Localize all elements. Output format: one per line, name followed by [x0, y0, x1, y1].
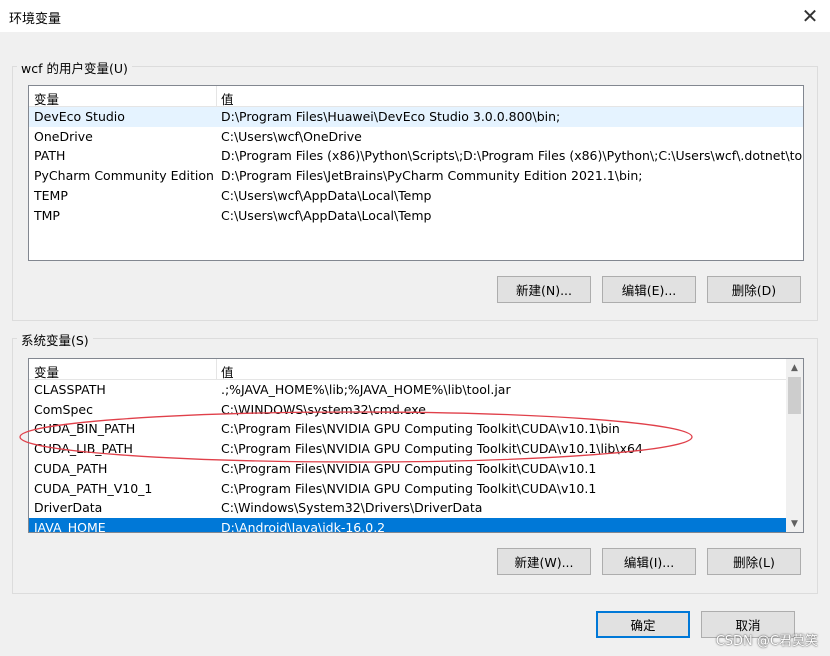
title-bar: 环境变量 ✕	[0, 0, 830, 32]
list-header: 变量 值	[29, 86, 803, 107]
variable-name: DevEco Studio	[34, 109, 125, 124]
column-header-name[interactable]: 变量	[34, 362, 59, 381]
table-row[interactable]: CUDA_PATH C:\Program Files\NVIDIA GPU Com…	[29, 459, 803, 479]
variable-value: D:\Program Files\JetBrains\PyCharm Commu…	[221, 168, 643, 184]
table-row[interactable]: CLASSPATH .;%JAVA_HOME%\lib;%JAVA_HOME%\l…	[29, 380, 803, 400]
ok-button[interactable]: 确定	[596, 611, 690, 638]
variable-value: C:\Program Files\NVIDIA GPU Computing To…	[221, 480, 597, 496]
user-edit-button[interactable]: 编辑(E)...	[602, 276, 696, 303]
close-icon[interactable]: ✕	[790, 0, 830, 32]
variable-name: DriverData	[34, 500, 103, 516]
user-vars-label: wcf 的用户变量(U)	[17, 58, 132, 77]
column-header-value[interactable]: 值	[221, 89, 234, 108]
table-row[interactable]: CUDA_LIB_PATH C:\Program Files\NVIDIA GPU…	[29, 439, 803, 459]
variable-value: C:\Windows\System32\Drivers\DriverData	[221, 500, 483, 516]
variable-value: D:\Program Files (x86)\Python\Scripts\;D…	[221, 148, 804, 164]
table-row[interactable]: PyCharm Community Edition D:\Program File…	[29, 166, 803, 186]
variable-name: TMP	[34, 207, 60, 223]
system-delete-button[interactable]: 删除(L)	[707, 548, 801, 575]
scroll-up-icon[interactable]: ▲	[786, 359, 803, 376]
variable-name: CUDA_PATH	[34, 460, 108, 476]
variable-name: PATH	[34, 148, 66, 164]
user-vars-list[interactable]: 变量 值 DevEco Studio D:\Program Files\Huawe…	[28, 85, 804, 261]
table-row[interactable]: TMP C:\Users\wcf\AppData\Local\Temp	[29, 206, 803, 226]
system-edit-button[interactable]: 编辑(I)...	[602, 548, 696, 575]
variable-name: PyCharm Community Edition	[34, 168, 214, 184]
variable-name: OneDrive	[34, 128, 93, 144]
user-new-button[interactable]: 新建(N)...	[497, 276, 591, 303]
variable-value: .;%JAVA_HOME%\lib;%JAVA_HOME%\lib\tool.j…	[221, 382, 511, 397]
variable-value: D:\Program Files\Huawei\DevEco Studio 3.…	[221, 109, 561, 124]
variable-value: C:\Users\wcf\AppData\Local\Temp	[221, 207, 432, 223]
scroll-thumb[interactable]	[788, 377, 801, 414]
variable-value: C:\Users\wcf\OneDrive	[221, 128, 362, 144]
table-row[interactable]: DriverData C:\Windows\System32\Drivers\Dr…	[29, 498, 803, 518]
variable-name: CUDA_PATH_V10_1	[34, 480, 153, 496]
table-row[interactable]: DevEco Studio D:\Program Files\Huawei\Dev…	[29, 107, 803, 127]
table-row[interactable]: OneDrive C:\Users\wcf\OneDrive	[29, 127, 803, 147]
variable-value: C:\WINDOWS\system32\cmd.exe	[221, 401, 426, 417]
variable-name: CUDA_LIB_PATH	[34, 441, 133, 457]
variable-value: C:\Program Files\NVIDIA GPU Computing To…	[221, 441, 643, 457]
variable-name: CUDA_BIN_PATH	[34, 421, 136, 437]
table-row[interactable]: TEMP C:\Users\wcf\AppData\Local\Temp	[29, 186, 803, 206]
table-row[interactable]: JAVA_HOME D:\Android\Java\jdk-16.0.2	[29, 517, 803, 533]
system-new-button[interactable]: 新建(W)...	[497, 548, 591, 575]
variable-value: C:\Program Files\NVIDIA GPU Computing To…	[221, 460, 597, 476]
variable-value: C:\Users\wcf\AppData\Local\Temp	[221, 187, 432, 203]
scroll-down-icon[interactable]: ▼	[786, 515, 803, 532]
column-header-name[interactable]: 变量	[34, 89, 59, 108]
table-row[interactable]: CUDA_BIN_PATH C:\Program Files\NVIDIA GPU…	[29, 419, 803, 439]
variable-value: C:\Program Files\NVIDIA GPU Computing To…	[221, 421, 620, 437]
variable-name: ComSpec	[34, 401, 93, 417]
variable-value: D:\Android\Java\jdk-16.0.2	[221, 519, 386, 533]
table-row[interactable]: CUDA_PATH_V10_1 C:\Program Files\NVIDIA G…	[29, 479, 803, 499]
variable-name: CLASSPATH	[34, 382, 106, 397]
table-row[interactable]: PATH D:\Program Files (x86)\Python\Script…	[29, 146, 803, 166]
system-vars-list[interactable]: 变量 值 CLASSPATH .;%JAVA_HOME%\lib;%JAVA_HO…	[28, 358, 804, 533]
vertical-scrollbar[interactable]: ▲ ▼	[786, 359, 803, 532]
variable-name: JAVA_HOME	[34, 519, 106, 533]
system-vars-label: 系统变量(S)	[17, 330, 93, 349]
user-delete-button[interactable]: 删除(D)	[707, 276, 801, 303]
window-title: 环境变量	[9, 12, 62, 27]
variable-name: TEMP	[34, 187, 68, 203]
watermark: CSDN @C君莫笑	[715, 634, 818, 649]
column-header-value[interactable]: 值	[221, 362, 234, 381]
list-header: 变量 值	[29, 359, 786, 380]
table-row[interactable]: ComSpec C:\WINDOWS\system32\cmd.exe	[29, 400, 803, 420]
